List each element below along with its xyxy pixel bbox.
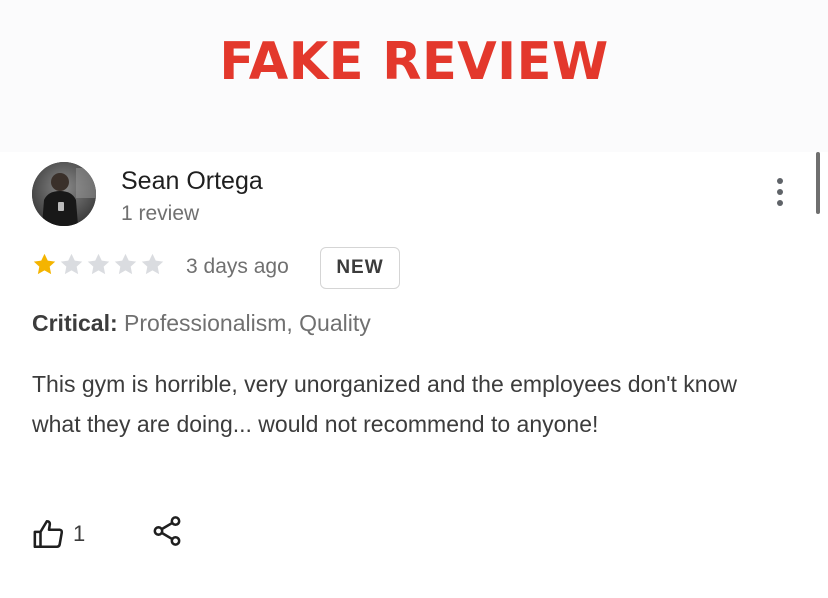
review-text: This gym is horrible, very unorganized a… xyxy=(32,371,737,437)
more-vertical-icon-dot xyxy=(777,189,783,195)
user-photo-icon xyxy=(32,162,96,226)
more-vertical-icon-dot xyxy=(777,200,783,206)
banner-title: FAKE REVIEW xyxy=(219,32,609,92)
author-review-count: 1 review xyxy=(121,202,200,225)
star-rating xyxy=(31,251,166,278)
avatar[interactable] xyxy=(32,162,96,226)
critical-label: Critical: xyxy=(32,310,118,336)
star-empty-icon xyxy=(60,253,83,275)
star-filled-icon xyxy=(33,253,56,275)
share-button[interactable] xyxy=(150,514,184,548)
more-vertical-icon xyxy=(777,178,783,184)
like-button[interactable]: 1 xyxy=(32,514,85,554)
thumbs-up-icon xyxy=(33,519,64,549)
like-count: 1 xyxy=(73,521,86,546)
review-time: 3 days ago xyxy=(186,255,289,278)
scrollbar[interactable] xyxy=(816,152,820,214)
star-empty-icon xyxy=(141,253,164,275)
page: FAKE REVIEW Sean Ortega 1 review 3 days … xyxy=(0,0,828,598)
star-empty-icon xyxy=(114,253,137,275)
author-name[interactable]: Sean Ortega xyxy=(121,166,263,196)
star-empty-icon xyxy=(87,253,110,275)
share-icon xyxy=(153,516,181,546)
critical-value: Professionalism, Quality xyxy=(124,310,371,336)
critical-aspects: Critical: Professionalism, Quality xyxy=(32,309,371,337)
more-options-button[interactable] xyxy=(764,172,796,212)
banner: FAKE REVIEW xyxy=(0,0,828,152)
new-badge: NEW xyxy=(320,247,400,289)
